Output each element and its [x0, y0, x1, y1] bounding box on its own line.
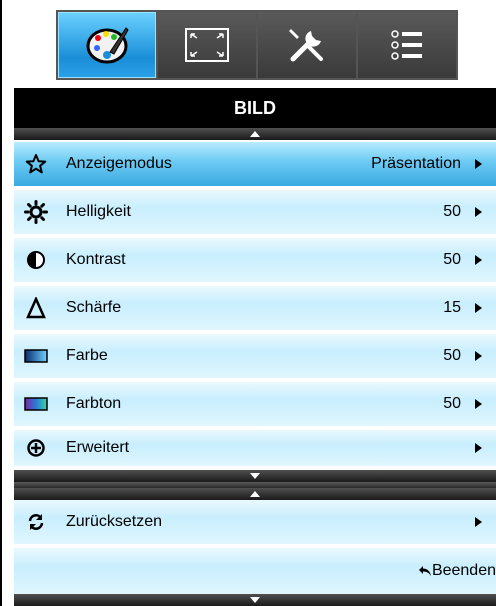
menu-item-farbton[interactable]: Farbton 50	[14, 382, 496, 428]
scroll-down-bar[interactable]	[14, 594, 496, 606]
scroll-down-icon	[250, 473, 260, 479]
brightness-icon	[18, 200, 54, 224]
menu-item-schaerfe[interactable]: Schärfe 15	[14, 286, 496, 332]
scroll-up-icon	[250, 491, 260, 497]
chevron-right-icon	[475, 255, 482, 265]
menu-item-erweitert[interactable]: Erweitert	[14, 430, 496, 468]
menu-item-label: Helligkeit	[66, 203, 131, 220]
tab-options[interactable]	[358, 12, 456, 78]
return-arrow-icon	[418, 566, 431, 576]
menu-item-anzeigemodus[interactable]: Anzeigemodus Präsentation	[14, 142, 496, 188]
menu-item-label: Farbton	[66, 395, 122, 412]
exit-row: Beenden	[14, 548, 496, 594]
tab-bar	[56, 10, 458, 80]
menu-item-helligkeit[interactable]: Helligkeit 50	[14, 190, 496, 236]
menu-item-value: 50	[443, 203, 461, 220]
menu-item-value: 50	[443, 251, 461, 268]
refresh-icon	[18, 512, 54, 532]
menu-item-farbe[interactable]: Farbe 50	[14, 334, 496, 380]
menu-item-label: Farbe	[66, 347, 108, 364]
menu-item-value: Präsentation	[371, 155, 461, 172]
exit-button[interactable]: Beenden	[418, 562, 496, 580]
star-icon	[18, 153, 54, 175]
scroll-up-icon	[250, 131, 260, 137]
scroll-down-icon	[250, 597, 260, 603]
contrast-icon	[18, 250, 54, 270]
menu-item-value: 15	[443, 299, 461, 316]
chevron-right-icon	[475, 159, 482, 169]
chevron-right-icon	[475, 207, 482, 217]
advanced-icon	[18, 438, 54, 458]
scroll-up-bar[interactable]	[14, 488, 496, 500]
menu-item-label: Zurücksetzen	[66, 513, 163, 530]
tab-image[interactable]	[58, 12, 156, 78]
scroll-down-bar[interactable]	[14, 470, 496, 482]
color-icon	[18, 349, 54, 363]
menu-item-value: 50	[443, 347, 461, 364]
exit-label: Beenden	[431, 562, 496, 579]
menu-item-kontrast[interactable]: Kontrast 50	[14, 238, 496, 284]
tint-icon	[18, 397, 54, 411]
chevron-right-icon	[475, 517, 482, 527]
menu-item-value: 50	[443, 395, 461, 412]
menu-item-zuruecksetzen[interactable]: Zurücksetzen	[14, 500, 496, 546]
tools-icon	[289, 29, 323, 62]
menu-title: BILD	[14, 88, 496, 128]
menu-item-label: Kontrast	[66, 251, 126, 268]
tab-settings[interactable]	[258, 12, 356, 78]
screen-frame-icon	[185, 28, 229, 62]
palette-icon	[86, 27, 129, 64]
sharpness-icon	[18, 297, 54, 319]
chevron-right-icon	[475, 443, 482, 453]
menu-item-label: Schärfe	[66, 299, 122, 316]
options-list-icon	[391, 30, 422, 60]
tab-display[interactable]	[158, 12, 256, 78]
menu-item-label: Anzeigemodus	[66, 155, 172, 172]
chevron-right-icon	[475, 351, 482, 361]
menu-item-label: Erweitert	[66, 439, 130, 456]
chevron-right-icon	[475, 399, 482, 409]
scroll-up-bar[interactable]	[14, 128, 496, 140]
chevron-right-icon	[475, 303, 482, 313]
